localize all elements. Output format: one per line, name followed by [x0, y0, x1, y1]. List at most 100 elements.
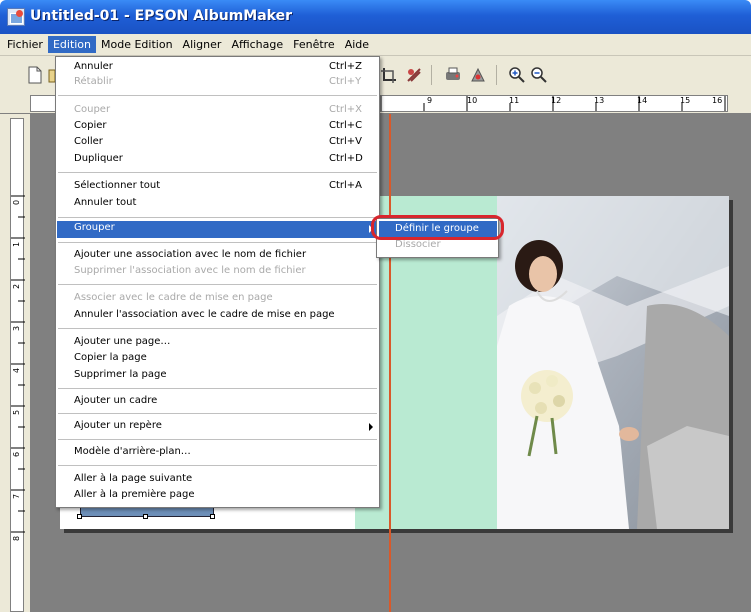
menu-item-label: Grouper: [74, 222, 115, 233]
guide-line[interactable]: [389, 114, 391, 612]
menu-item-shortcut: Ctrl+A: [329, 180, 363, 191]
ruler-label: 11: [509, 96, 520, 105]
ruler-label: 8: [12, 535, 21, 541]
menu-separator: [58, 284, 377, 285]
toolbar-separator: [496, 65, 497, 85]
menu-item-coller[interactable]: Coller Ctrl+V: [57, 135, 378, 150]
menu-item-label: Supprimer la page: [74, 369, 167, 380]
menu-item-label: Dupliquer: [74, 153, 123, 164]
ruler-label: 7: [12, 493, 21, 499]
ruler-label: 9: [427, 96, 433, 105]
ruler-label: 5: [12, 409, 21, 415]
ruler-label: 1: [12, 241, 21, 247]
menu-item-modele-arriere-plan[interactable]: Modèle d'arrière-plan…: [57, 445, 378, 460]
ruler-label: 2: [12, 283, 21, 289]
wedding-photo-image: [497, 196, 729, 529]
menu-item-ajouter-cadre[interactable]: Ajouter un cadre: [57, 394, 378, 409]
ruler-label: 10: [467, 96, 478, 105]
menu-item-ajouter-repere[interactable]: Ajouter un repère: [57, 419, 378, 434]
menu-item-ajouter-page[interactable]: Ajouter une page…: [57, 335, 378, 350]
menu-separator: [58, 465, 377, 466]
menu-item-label: Coller: [74, 136, 103, 147]
menu-item-supprimer-page[interactable]: Supprimer la page: [57, 368, 378, 383]
title-bar: Untitled-01 - EPSON AlbumMaker: [0, 0, 751, 34]
menu-item-label: Ajouter un repère: [74, 420, 162, 431]
new-document-icon[interactable]: [26, 66, 44, 84]
vertical-ruler-scale: 0 1 2 3 4 5 6 7 8: [10, 118, 25, 612]
menu-item-label: Ajouter une association avec le nom de f…: [74, 249, 307, 260]
menu-item-label: Copier: [74, 120, 107, 131]
menu-separator: [58, 388, 377, 389]
zoom-in-icon[interactable]: [508, 66, 526, 84]
menu-item-label: Ajouter une page…: [74, 336, 171, 347]
menu-item-label: Annuler l'association avec le cadre de m…: [74, 309, 335, 320]
submenu-arrow-icon: [369, 423, 373, 431]
ruler-label: 12: [551, 96, 562, 105]
menu-item-supprimer-association[interactable]: Supprimer l'association avec le nom de f…: [57, 264, 378, 279]
callout-highlight-ring: [371, 215, 504, 240]
zoom-out-icon[interactable]: [530, 66, 548, 84]
menu-item-annuler-association-cadre[interactable]: Annuler l'association avec le cadre de m…: [57, 308, 378, 323]
menu-item-shortcut: Ctrl+Y: [329, 76, 362, 87]
menu-item-dupliquer[interactable]: Dupliquer Ctrl+D: [57, 152, 378, 167]
resize-handle[interactable]: [77, 514, 82, 519]
menu-item-retablir[interactable]: Rétablir Ctrl+Y: [57, 75, 378, 90]
menu-item-ajouter-association[interactable]: Ajouter une association avec le nom de f…: [57, 248, 378, 263]
menu-fichier[interactable]: Fichier: [2, 36, 48, 53]
menu-item-label: Associer avec le cadre de mise en page: [74, 292, 273, 303]
menu-separator: [58, 217, 377, 218]
menu-item-page-suivante[interactable]: Aller à la page suivante: [57, 472, 378, 487]
group-tool-icon[interactable]: [405, 66, 423, 84]
resize-handle[interactable]: [143, 514, 148, 519]
menu-separator: [58, 242, 377, 243]
menu-item-selectionner-tout[interactable]: Sélectionner tout Ctrl+A: [57, 179, 378, 194]
ruler-label: 15: [680, 96, 691, 105]
menu-item-label: Ajouter un cadre: [74, 395, 158, 406]
window-title: Untitled-01 - EPSON AlbumMaker: [30, 8, 293, 24]
menu-item-premiere-page[interactable]: Aller à la première page: [57, 488, 378, 503]
menu-item-label: Annuler: [74, 61, 113, 72]
edit-menu-dropdown: Annuler Ctrl+Z Rétablir Ctrl+Y Couper Ct…: [55, 56, 380, 508]
menu-item-label: Aller à la première page: [74, 489, 195, 500]
menu-bar: Fichier Edition Mode Edition Aligner Aff…: [0, 34, 751, 56]
menu-item-shortcut: Ctrl+C: [329, 120, 363, 131]
menu-item-copier[interactable]: Copier Ctrl+C: [57, 119, 378, 134]
menu-edition[interactable]: Edition: [47, 36, 97, 53]
menu-item-shortcut: Ctrl+X: [329, 104, 363, 115]
menu-affichage[interactable]: Affichage: [226, 36, 288, 53]
menu-item-label: Aller à la page suivante: [74, 473, 193, 484]
menu-item-grouper[interactable]: Grouper: [57, 221, 378, 238]
resize-handle[interactable]: [210, 514, 215, 519]
ruler-label: 6: [12, 451, 21, 457]
menu-item-couper[interactable]: Couper Ctrl+X: [57, 103, 378, 118]
menu-item-annuler[interactable]: Annuler Ctrl+Z: [57, 60, 378, 75]
menu-aide[interactable]: Aide: [340, 36, 374, 53]
menu-item-label: Supprimer l'association avec le nom de f…: [74, 265, 306, 276]
menu-item-label: Copier la page: [74, 352, 147, 363]
menu-fenetre[interactable]: Fenêtre: [288, 36, 340, 53]
menu-item-label: Modèle d'arrière-plan…: [74, 446, 191, 457]
print-icon[interactable]: [444, 66, 462, 84]
ruler-label: 4: [12, 367, 21, 373]
toolbar-separator: [431, 65, 432, 85]
ruler-label: 3: [12, 325, 21, 331]
menu-item-copier-page[interactable]: Copier la page: [57, 351, 378, 366]
ruler-label: 16: [712, 96, 723, 105]
vertical-ruler: 0 1 2 3 4 5 6 7 8: [0, 114, 30, 612]
menu-item-label: Sélectionner tout: [74, 180, 161, 191]
ruler-label: 0: [12, 199, 21, 205]
menu-item-shortcut: Ctrl+D: [329, 153, 363, 164]
menu-aligner[interactable]: Aligner: [178, 36, 227, 53]
settings-icon[interactable]: [469, 66, 487, 84]
app-icon: [7, 8, 25, 26]
menu-item-dissocier[interactable]: Dissocier: [379, 239, 497, 254]
ruler-label: 14: [637, 96, 648, 105]
menu-item-shortcut: Ctrl+Z: [329, 61, 363, 72]
menu-separator: [58, 172, 377, 173]
menu-mode-edition[interactable]: Mode Edition: [96, 36, 178, 53]
crop-tool-icon[interactable]: [380, 66, 398, 84]
menu-item-associer-cadre[interactable]: Associer avec le cadre de mise en page: [57, 291, 378, 306]
menu-separator: [58, 439, 377, 440]
wedding-photo[interactable]: [497, 196, 729, 529]
menu-item-annuler-tout[interactable]: Annuler tout: [57, 196, 378, 211]
